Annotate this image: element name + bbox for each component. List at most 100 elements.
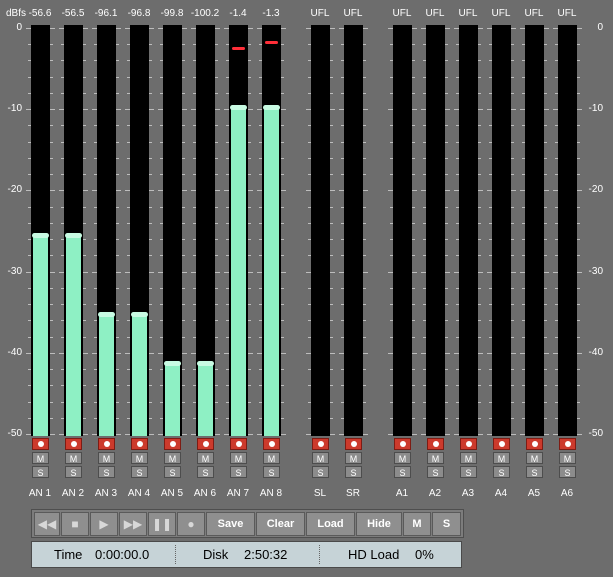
record-arm-button[interactable] [32, 438, 49, 450]
record-arm-button[interactable] [559, 438, 576, 450]
mute-button[interactable]: M [65, 452, 82, 464]
mute-button[interactable]: M [131, 452, 148, 464]
scale-tick [215, 28, 220, 29]
scale-tick [83, 434, 88, 435]
solo-button[interactable]: S [312, 466, 329, 478]
master-solo-button[interactable]: S [432, 512, 461, 536]
mute-button[interactable]: M [493, 452, 510, 464]
record-arm-button[interactable] [65, 438, 82, 450]
scale-tick [248, 125, 251, 126]
scale-tick [412, 320, 415, 321]
mute-button[interactable]: M [526, 452, 543, 464]
record-arm-button[interactable] [493, 438, 510, 450]
scale-tick [478, 255, 481, 256]
scale-tick [577, 207, 580, 208]
peak-value: UFL [343, 8, 363, 19]
mute-button[interactable]: M [559, 452, 576, 464]
solo-button[interactable]: S [460, 466, 477, 478]
scale-tick [182, 93, 185, 94]
hide-button[interactable]: Hide [356, 512, 402, 536]
record-arm-button[interactable] [98, 438, 115, 450]
record-arm-button[interactable] [345, 438, 362, 450]
solo-button[interactable]: S [32, 466, 49, 478]
scale-tick [281, 109, 286, 110]
master-mute-button[interactable]: M [403, 512, 431, 536]
mute-button[interactable]: M [427, 452, 444, 464]
scale-tick [116, 272, 121, 273]
mute-button[interactable]: M [312, 452, 329, 464]
solo-button[interactable]: S [526, 466, 543, 478]
peak-value: -100.2 [190, 8, 220, 19]
solo-button[interactable]: S [131, 466, 148, 478]
disk-value: 2:50:32 [244, 547, 288, 562]
scale-tick [478, 304, 481, 305]
scale-tick [149, 239, 152, 240]
record-button[interactable]: ● [177, 512, 205, 536]
mute-button[interactable]: M [32, 452, 49, 464]
scale-tick [116, 385, 119, 386]
mute-button[interactable]: M [164, 452, 181, 464]
mute-button[interactable]: M [460, 452, 477, 464]
record-icon [400, 441, 406, 447]
solo-button[interactable]: S [345, 466, 362, 478]
scale-tick [445, 304, 448, 305]
record-arm-button[interactable] [526, 438, 543, 450]
scale-label-left: -40 [7, 346, 22, 358]
solo-button[interactable]: S [427, 466, 444, 478]
scale-tick [330, 60, 333, 61]
mute-button[interactable]: M [394, 452, 411, 464]
scale-tick [544, 434, 549, 435]
mute-button[interactable]: M [230, 452, 247, 464]
scale-tick [281, 402, 284, 403]
record-arm-button[interactable] [460, 438, 477, 450]
record-arm-button[interactable] [230, 438, 247, 450]
record-arm-button[interactable] [131, 438, 148, 450]
solo-button[interactable]: S [98, 466, 115, 478]
solo-button[interactable]: S [559, 466, 576, 478]
record-arm-button[interactable] [427, 438, 444, 450]
solo-button[interactable]: S [493, 466, 510, 478]
mute-button[interactable]: M [263, 452, 280, 464]
solo-button[interactable]: S [263, 466, 280, 478]
level-fill [98, 312, 115, 436]
scale-tick [248, 44, 251, 45]
scale-tick [478, 77, 481, 78]
scale-tick [445, 288, 448, 289]
record-arm-button[interactable] [197, 438, 214, 450]
solo-button[interactable]: S [65, 466, 82, 478]
scale-tick [50, 190, 55, 191]
scale-tick [248, 320, 251, 321]
record-arm-button[interactable] [164, 438, 181, 450]
record-arm-button[interactable] [394, 438, 411, 450]
solo-button[interactable]: S [197, 466, 214, 478]
save-button[interactable]: Save [206, 512, 255, 536]
scale-tick [511, 239, 514, 240]
solo-button[interactable]: S [164, 466, 181, 478]
scale-tick [149, 304, 152, 305]
hd-load-label: HD Load [348, 547, 400, 562]
scale-tick [544, 369, 547, 370]
load-button[interactable]: Load [306, 512, 355, 536]
scale-tick [149, 174, 152, 175]
mute-button[interactable]: M [345, 452, 362, 464]
clear-button[interactable]: Clear [256, 512, 305, 536]
mute-button[interactable]: M [197, 452, 214, 464]
level-fill [230, 105, 247, 436]
channel-name: AN 4 [127, 488, 151, 499]
scale-tick [149, 385, 152, 386]
stop-button[interactable]: ■ [61, 512, 89, 536]
pause-button[interactable]: ❚❚ [148, 512, 176, 536]
scale-tick [445, 93, 448, 94]
record-arm-button[interactable] [312, 438, 329, 450]
record-arm-button[interactable] [263, 438, 280, 450]
scale-tick [412, 44, 415, 45]
play-button[interactable]: ▶ [90, 512, 118, 536]
mute-button[interactable]: M [98, 452, 115, 464]
scale-tick [149, 109, 154, 110]
rewind-button[interactable]: ◀◀ [34, 512, 60, 536]
solo-button[interactable]: S [394, 466, 411, 478]
fast-forward-button[interactable]: ▶▶ [119, 512, 147, 536]
scale-tick [149, 28, 154, 29]
solo-button[interactable]: S [230, 466, 247, 478]
scale-tick [577, 288, 580, 289]
